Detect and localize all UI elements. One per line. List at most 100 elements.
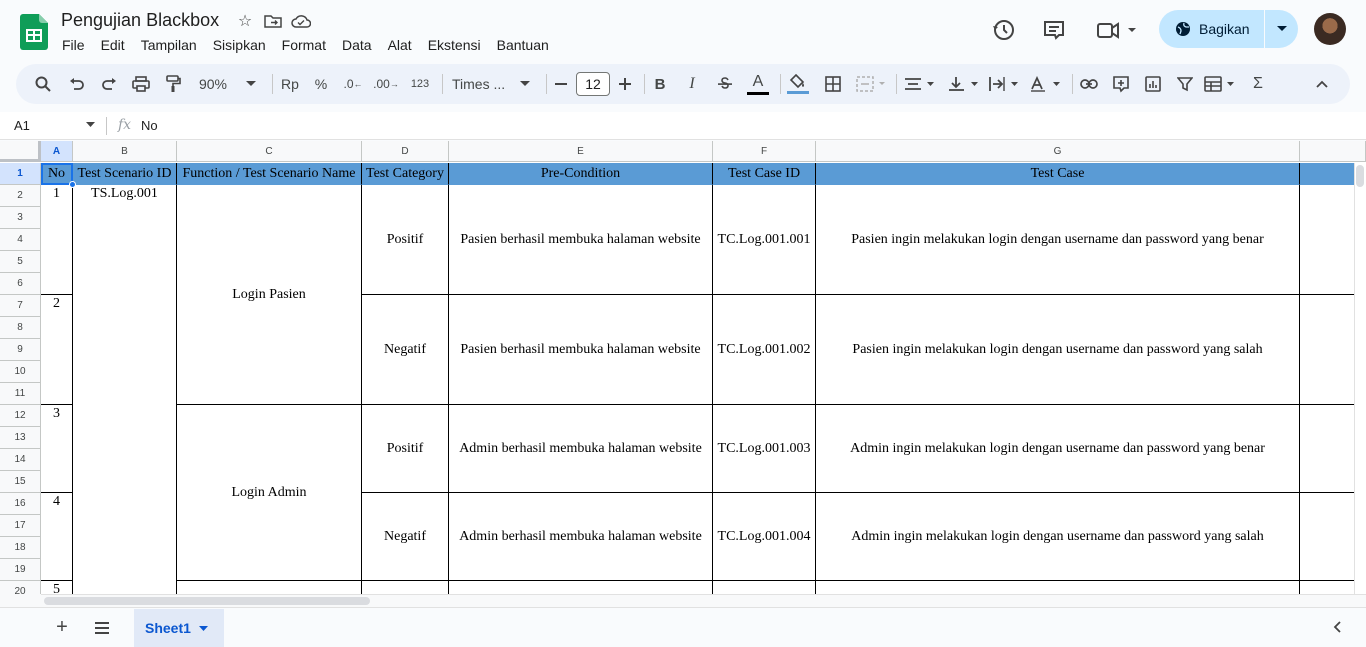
row-header-20[interactable]: 20 bbox=[0, 581, 41, 594]
cell-test-case[interactable]: Pasien ingin melakukan login dengan user… bbox=[816, 295, 1300, 405]
menu-tools[interactable]: Alat bbox=[380, 36, 420, 54]
sheets-logo-icon[interactable] bbox=[20, 14, 48, 50]
header-precondition[interactable]: Pre-Condition bbox=[449, 163, 713, 185]
row-header-6[interactable]: 6 bbox=[0, 273, 41, 295]
fill-handle[interactable] bbox=[69, 181, 76, 188]
fill-color-icon[interactable] bbox=[786, 72, 810, 96]
italic-button[interactable]: I bbox=[683, 72, 701, 96]
share-dropdown[interactable] bbox=[1265, 10, 1298, 48]
cell-case-id[interactable]: TC.Log.001.004 bbox=[713, 493, 816, 581]
undo-icon[interactable] bbox=[66, 72, 88, 96]
filter-views-icon[interactable] bbox=[1202, 72, 1238, 96]
column-header-b[interactable]: B bbox=[73, 141, 177, 162]
name-box[interactable]: A1 bbox=[14, 118, 30, 133]
currency-format-button[interactable]: Rp bbox=[278, 72, 302, 96]
cell-category[interactable]: Negatif bbox=[362, 295, 449, 405]
header-test-case[interactable]: Test Case bbox=[816, 163, 1300, 185]
vertical-align-icon[interactable] bbox=[946, 72, 982, 96]
cloud-status-icon[interactable] bbox=[290, 10, 312, 32]
font-size-input[interactable]: 12 bbox=[576, 72, 610, 96]
all-sheets-icon[interactable] bbox=[92, 618, 112, 638]
row-header-9[interactable]: 9 bbox=[0, 339, 41, 361]
account-avatar[interactable] bbox=[1314, 13, 1346, 45]
text-rotation-icon[interactable] bbox=[1028, 72, 1064, 96]
vertical-scrollbar[interactable] bbox=[1354, 163, 1366, 594]
menu-extensions[interactable]: Ekstensi bbox=[420, 36, 489, 54]
font-size-decrease-icon[interactable] bbox=[552, 72, 570, 96]
menu-view[interactable]: Tampilan bbox=[133, 36, 205, 54]
document-title[interactable]: Pengujian Blackbox bbox=[61, 10, 219, 31]
percent-format-button[interactable]: % bbox=[311, 72, 331, 96]
menu-format[interactable]: Format bbox=[274, 36, 334, 54]
cell-test-case[interactable]: Pasien ingin melakukan login dengan user… bbox=[816, 185, 1300, 295]
row-header-7[interactable]: 7 bbox=[0, 295, 41, 317]
borders-icon[interactable] bbox=[822, 72, 844, 96]
row-header-12[interactable]: 12 bbox=[0, 405, 41, 427]
vertical-scroll-thumb[interactable] bbox=[1356, 165, 1364, 187]
formula-input[interactable]: No bbox=[141, 118, 158, 133]
cell-no[interactable]: 1 bbox=[41, 185, 73, 295]
font-family-select[interactable]: Times ... bbox=[452, 72, 514, 96]
zoom-caret-icon[interactable] bbox=[242, 72, 260, 96]
row-header-19[interactable]: 19 bbox=[0, 559, 41, 581]
row-header-15[interactable]: 15 bbox=[0, 471, 41, 493]
cell-test-case[interactable]: Admin ingin melakukan login dengan usern… bbox=[816, 493, 1300, 581]
row-header-3[interactable]: 3 bbox=[0, 207, 41, 229]
functions-button[interactable]: Σ bbox=[1248, 72, 1268, 96]
cell-no[interactable]: 3 bbox=[41, 405, 73, 493]
redo-icon[interactable] bbox=[98, 72, 120, 96]
more-formats-button[interactable]: 123 bbox=[408, 72, 432, 96]
share-button[interactable]: Bagikan bbox=[1159, 10, 1264, 48]
print-icon[interactable] bbox=[130, 72, 152, 96]
filter-icon[interactable] bbox=[1174, 72, 1196, 96]
cell-no[interactable]: 5 bbox=[41, 581, 73, 594]
column-header-g[interactable]: G bbox=[816, 141, 1300, 162]
menu-insert[interactable]: Sisipkan bbox=[205, 36, 274, 54]
cell-function[interactable] bbox=[177, 581, 362, 594]
column-header-d[interactable]: D bbox=[362, 141, 449, 162]
collapse-menus-icon[interactable] bbox=[1312, 72, 1332, 96]
cell-no[interactable]: 4 bbox=[41, 493, 73, 581]
spreadsheet-grid[interactable]: A B C D E F G 1 2 3 4 5 6 7 8 9 10 11 12… bbox=[0, 141, 1366, 594]
bold-button[interactable]: B bbox=[651, 72, 669, 96]
row-header-17[interactable]: 17 bbox=[0, 515, 41, 537]
text-color-button[interactable]: A bbox=[746, 72, 770, 96]
menu-edit[interactable]: Edit bbox=[93, 36, 133, 54]
cell-function[interactable]: Login Admin bbox=[177, 405, 362, 581]
cell-case-id[interactable]: TC.Log.001.002 bbox=[713, 295, 816, 405]
text-wrap-icon[interactable] bbox=[986, 72, 1022, 96]
header-case-id[interactable]: Test Case ID bbox=[713, 163, 816, 185]
header-scenario-id[interactable]: Test Scenario ID bbox=[73, 163, 177, 185]
cell-test-case[interactable]: Admin ingin melakukan login dengan usern… bbox=[816, 405, 1300, 493]
name-box-caret-icon[interactable] bbox=[86, 122, 95, 127]
column-header-e[interactable]: E bbox=[449, 141, 713, 162]
row-header-4[interactable]: 4 bbox=[0, 229, 41, 251]
column-header-c[interactable]: C bbox=[177, 141, 362, 162]
comments-icon[interactable] bbox=[1040, 16, 1068, 44]
font-caret-icon[interactable] bbox=[516, 72, 534, 96]
cell-precondition[interactable]: Pasien berhasil membuka halaman website bbox=[449, 295, 713, 405]
cell-no[interactable]: 2 bbox=[41, 295, 73, 405]
row-header-14[interactable]: 14 bbox=[0, 449, 41, 471]
decrease-decimal-button[interactable]: .0 ← bbox=[342, 72, 364, 96]
insert-link-icon[interactable] bbox=[1078, 72, 1100, 96]
row-header-8[interactable]: 8 bbox=[0, 317, 41, 339]
version-history-icon[interactable] bbox=[990, 16, 1018, 44]
menu-file[interactable]: File bbox=[54, 36, 93, 54]
horizontal-align-icon[interactable] bbox=[902, 72, 938, 96]
menu-help[interactable]: Bantuan bbox=[489, 36, 557, 54]
move-folder-icon[interactable] bbox=[262, 10, 284, 32]
row-header-1[interactable]: 1 bbox=[0, 163, 41, 185]
header-empty-cell[interactable] bbox=[1300, 163, 1354, 185]
paint-format-icon[interactable] bbox=[162, 72, 184, 96]
cell-case-id[interactable]: TC.Log.001.001 bbox=[713, 185, 816, 295]
select-all-corner[interactable] bbox=[0, 141, 41, 162]
increase-decimal-button[interactable]: .00 → bbox=[373, 72, 399, 96]
row-header-10[interactable]: 10 bbox=[0, 361, 41, 383]
explore-collapse-icon[interactable] bbox=[1330, 619, 1346, 635]
row-header-18[interactable]: 18 bbox=[0, 537, 41, 559]
cell-category[interactable]: Positif bbox=[362, 405, 449, 493]
star-icon[interactable]: ☆ bbox=[234, 10, 256, 32]
merge-cells-icon[interactable] bbox=[854, 72, 888, 96]
row-header-16[interactable]: 16 bbox=[0, 493, 41, 515]
